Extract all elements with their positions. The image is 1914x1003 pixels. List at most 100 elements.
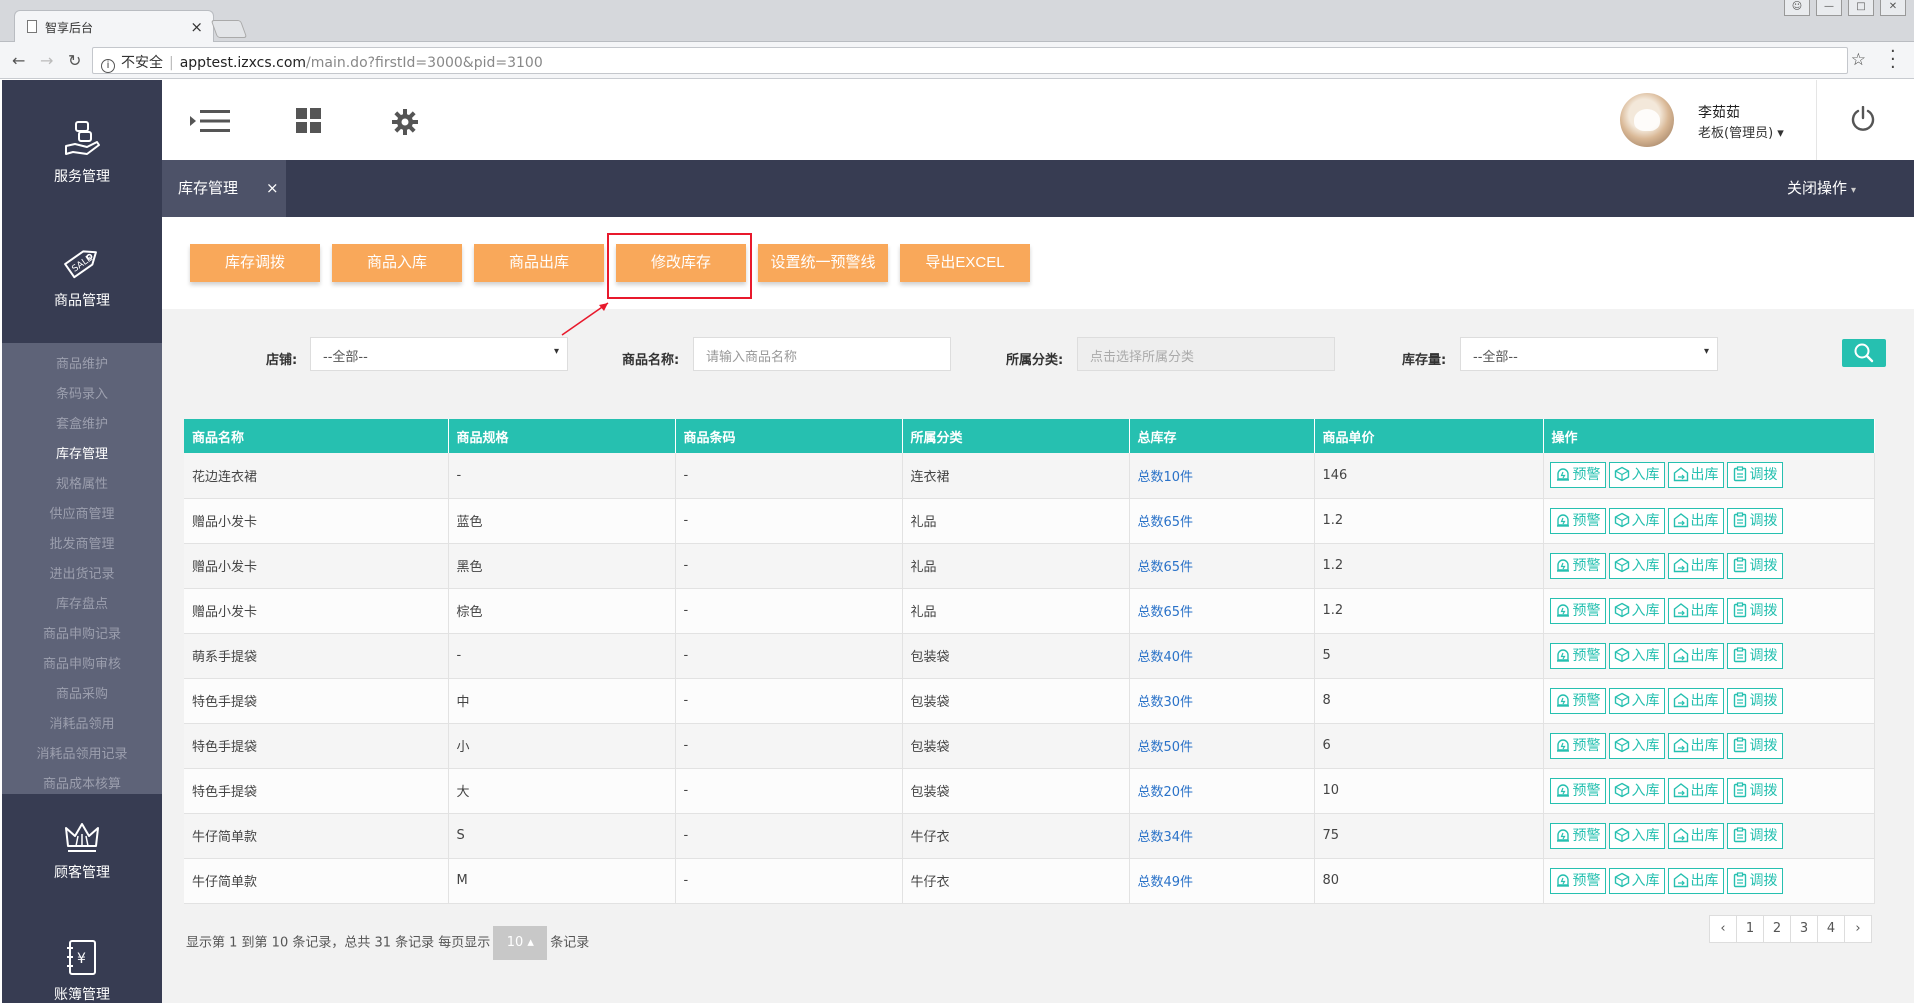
goods-stock-out-button[interactable]: 商品出库 [474,244,604,282]
row-stock-in-button[interactable]: 入库 [1608,597,1665,624]
address-bar[interactable]: i 不安全 | apptest.izxcs.com/main.do?firstId=3… [92,47,1848,74]
stock-total-link[interactable]: 总数20件 [1138,785,1194,800]
sidebar-item-cost-accounting[interactable]: 商品成本核算 [2,770,162,800]
stock-total-link[interactable]: 总数49件 [1138,875,1194,890]
row-transfer-button[interactable]: 调拨 [1726,462,1783,489]
gear-icon[interactable] [391,108,419,136]
row-stock-out-button[interactable]: 出库 [1667,597,1724,624]
row-stock-out-button[interactable]: 出库 [1667,507,1724,534]
stock-total-link[interactable]: 总数65件 [1138,605,1194,620]
sidebar-item-in-out-records[interactable]: 进出货记录 [2,560,162,590]
sidebar-item-goods-maintain[interactable]: 商品维护 [2,350,162,380]
info-icon[interactable]: i [101,59,115,73]
row-stock-in-button[interactable]: 入库 [1608,822,1665,849]
sidebar-section-goods[interactable]: SALE 商品管理 [2,240,162,310]
page-2-button[interactable]: 2 [1763,915,1791,943]
forward-arrow-icon[interactable]: → [40,51,53,70]
row-transfer-button[interactable]: 调拨 [1726,732,1783,759]
page-size-select[interactable]: 10 ▴ [493,926,548,960]
next-page-button[interactable]: › [1844,915,1872,943]
browser-tab[interactable]: 智享后台 × [14,10,214,42]
search-button[interactable] [1842,339,1886,367]
sidebar-item-wholesaler[interactable]: 批发商管理 [2,530,162,560]
row-stock-in-button[interactable]: 入库 [1608,462,1665,489]
bookmark-star-icon[interactable]: ☆ [1851,50,1866,70]
minimize-icon[interactable]: — [1816,0,1842,16]
grid-apps-icon[interactable] [296,108,322,134]
category-picker[interactable]: 点击选择所属分类 [1077,337,1335,371]
row-stock-out-button[interactable]: 出库 [1667,732,1724,759]
stock-total-link[interactable]: 总数30件 [1138,695,1194,710]
export-excel-button[interactable]: 导出EXCEL [900,244,1030,282]
sidebar-item-purchase-request-records[interactable]: 商品申购记录 [2,620,162,650]
row-stock-in-button[interactable]: 入库 [1608,732,1665,759]
inventory-transfer-button[interactable]: 库存调拨 [190,244,320,282]
row-stock-out-button[interactable]: 出库 [1667,642,1724,669]
row-stock-in-button[interactable]: 入库 [1608,552,1665,579]
sidebar-item-spec-attr[interactable]: 规格属性 [2,470,162,500]
stock-quantity-select[interactable]: --全部-- ▾ [1460,337,1718,371]
back-arrow-icon[interactable]: ← [12,51,25,70]
maximize-icon[interactable]: □ [1848,0,1874,16]
sidebar-section-ledger[interactable]: ¥ 账簿管理 [2,938,162,1003]
page-1-button[interactable]: 1 [1736,915,1764,943]
stock-total-link[interactable]: 总数34件 [1138,830,1194,845]
stock-total-link[interactable]: 总数65件 [1138,560,1194,575]
user-role-dropdown[interactable]: 老板(管理员) ▾ [1698,122,1784,141]
row-warning-button[interactable]: 预警 [1549,867,1606,894]
row-warning-button[interactable]: 预警 [1549,822,1606,849]
sidebar-item-barcode-entry[interactable]: 条码录入 [2,380,162,410]
sidebar-item-set-box[interactable]: 套盒维护 [2,410,162,440]
row-stock-in-button[interactable]: 入库 [1608,867,1665,894]
row-warning-button[interactable]: 预警 [1549,462,1606,489]
row-warning-button[interactable]: 预警 [1549,552,1606,579]
row-stock-in-button[interactable]: 入库 [1608,642,1665,669]
row-warning-button[interactable]: 预警 [1549,732,1606,759]
row-stock-out-button[interactable]: 出库 [1667,822,1724,849]
close-operations-dropdown[interactable]: 关闭操作 ▾ [1787,160,1856,219]
sidebar-section-service[interactable]: 服务管理 [2,120,162,186]
row-transfer-button[interactable]: 调拨 [1726,777,1783,804]
row-transfer-button[interactable]: 调拨 [1726,822,1783,849]
prev-page-button[interactable]: ‹ [1709,915,1737,943]
browser-menu-icon[interactable]: · · · [1890,43,1896,77]
tab-inventory[interactable]: 库存管理 × [162,160,286,217]
row-stock-in-button[interactable]: 入库 [1608,777,1665,804]
row-transfer-button[interactable]: 调拨 [1726,867,1783,894]
avatar[interactable] [1620,93,1674,147]
row-stock-out-button[interactable]: 出库 [1667,687,1724,714]
sidebar-item-supplier[interactable]: 供应商管理 [2,500,162,530]
close-tab-icon[interactable]: × [190,18,203,36]
store-select[interactable]: --全部-- ▾ [310,337,568,371]
sidebar-section-customer[interactable]: 顾客管理 [2,818,162,882]
row-warning-button[interactable]: 预警 [1549,507,1606,534]
row-transfer-button[interactable]: 调拨 [1726,552,1783,579]
page-4-button[interactable]: 4 [1817,915,1845,943]
collapse-menu-icon[interactable] [190,108,234,134]
row-stock-out-button[interactable]: 出库 [1667,552,1724,579]
stock-total-link[interactable]: 总数50件 [1138,740,1194,755]
stock-total-link[interactable]: 总数40件 [1138,650,1194,665]
goods-stock-in-button[interactable]: 商品入库 [332,244,462,282]
new-tab-button[interactable] [210,20,248,38]
row-warning-button[interactable]: 预警 [1549,777,1606,804]
row-stock-out-button[interactable]: 出库 [1667,867,1724,894]
user-profile-icon[interactable]: ☺ [1784,0,1810,16]
close-window-icon[interactable]: ✕ [1880,0,1906,16]
row-warning-button[interactable]: 预警 [1549,597,1606,624]
row-transfer-button[interactable]: 调拨 [1726,507,1783,534]
power-icon[interactable] [1850,106,1876,132]
row-stock-out-button[interactable]: 出库 [1667,777,1724,804]
stock-total-link[interactable]: 总数65件 [1138,515,1194,530]
row-transfer-button[interactable]: 调拨 [1726,642,1783,669]
sidebar-item-purchasing[interactable]: 商品采购 [2,680,162,710]
page-3-button[interactable]: 3 [1790,915,1818,943]
row-warning-button[interactable]: 预警 [1549,687,1606,714]
sidebar-item-consumables[interactable]: 消耗品领用 [2,710,162,740]
row-warning-button[interactable]: 预警 [1549,642,1606,669]
row-transfer-button[interactable]: 调拨 [1726,597,1783,624]
row-stock-in-button[interactable]: 入库 [1608,687,1665,714]
reload-icon[interactable]: ↻ [68,51,81,70]
row-stock-in-button[interactable]: 入库 [1608,507,1665,534]
goods-name-input[interactable]: 请输入商品名称 [693,337,951,371]
